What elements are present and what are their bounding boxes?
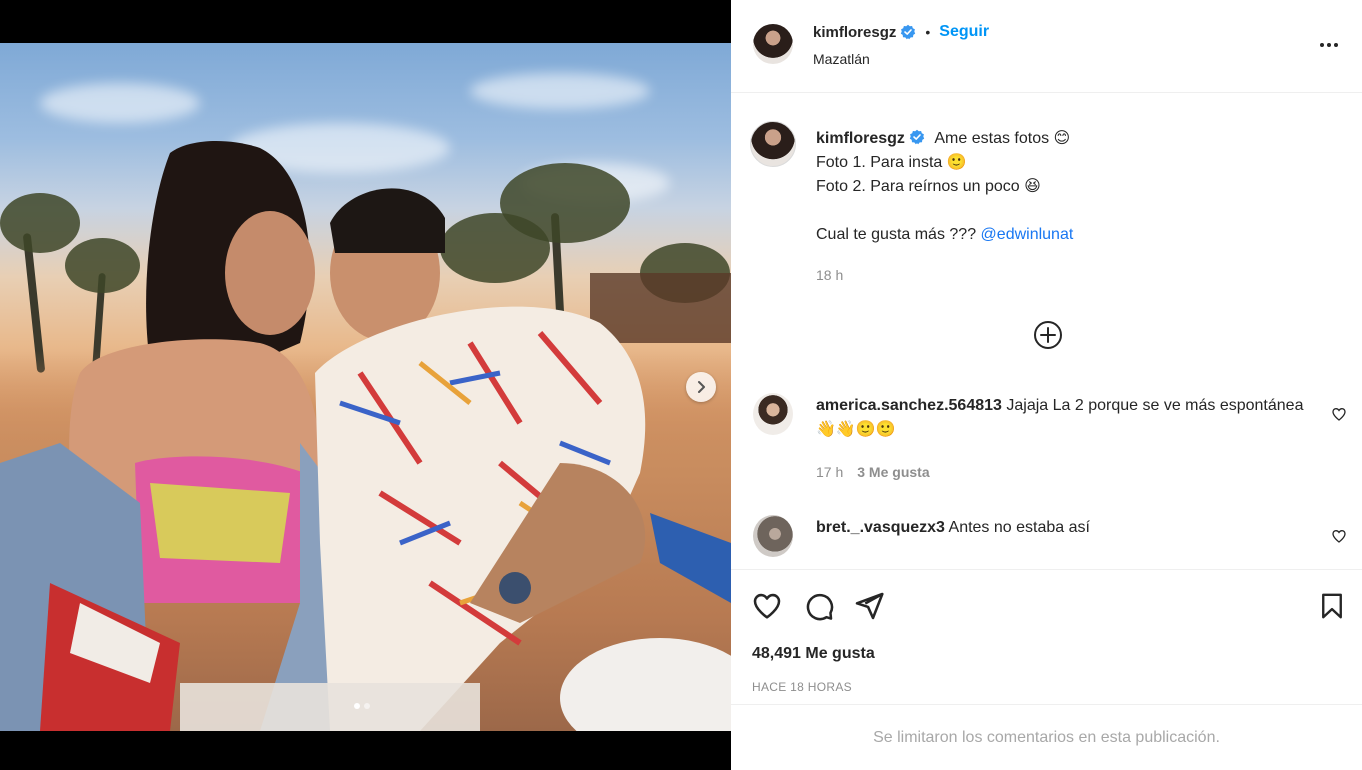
caption-line: kimfloresgz Ame estas fotos 😊 bbox=[816, 127, 1336, 151]
comment-bubble-icon[interactable] bbox=[803, 590, 835, 622]
comment-text-block: america.sanchez.564813 Jajaja La 2 porqu… bbox=[816, 394, 1316, 442]
heart-icon[interactable] bbox=[751, 590, 783, 622]
commenter-username[interactable]: america.sanchez.564813 bbox=[816, 397, 1002, 414]
author-username[interactable]: kimfloresgz bbox=[813, 24, 896, 41]
plus-circle-icon[interactable] bbox=[1033, 320, 1063, 350]
commenter-avatar[interactable] bbox=[753, 515, 793, 557]
post-header: kimfloresgz • Seguir Mazatlán bbox=[731, 0, 1362, 93]
carousel-dot bbox=[354, 703, 360, 709]
carousel-indicator bbox=[354, 703, 370, 709]
commenter-avatar[interactable] bbox=[753, 393, 793, 435]
separator-dot: • bbox=[925, 24, 931, 40]
caption-line-3: Foto 2. Para reírnos un poco 😆 bbox=[816, 178, 1041, 195]
more-options-icon bbox=[1320, 43, 1324, 47]
comment-meta: 17 h 3 Me gusta bbox=[816, 464, 930, 480]
comment-text: Antes no estaba así bbox=[948, 519, 1090, 536]
caption-line-4 bbox=[816, 199, 1336, 223]
author-row: kimfloresgz • Seguir bbox=[813, 23, 989, 41]
caption-mention[interactable]: @edwinlunat bbox=[981, 226, 1074, 243]
post-details-panel: kimfloresgz • Seguir Mazatlán kimfloresg… bbox=[731, 0, 1362, 770]
more-options-icon bbox=[1327, 43, 1331, 47]
more-options-icon bbox=[1334, 43, 1338, 47]
post-timestamp[interactable]: HACE 18 HORAS bbox=[752, 680, 852, 694]
carousel-next-button[interactable] bbox=[686, 372, 716, 402]
caption-author-avatar[interactable] bbox=[750, 121, 796, 167]
commenter-username[interactable]: bret._.vasquezx3 bbox=[816, 519, 945, 536]
caption-text: kimfloresgz Ame estas fotos 😊 Foto 1. Pa… bbox=[816, 127, 1336, 247]
caption-username[interactable]: kimfloresgz bbox=[816, 130, 905, 147]
comment-like-heart-icon[interactable] bbox=[1331, 528, 1347, 544]
author-avatar[interactable] bbox=[753, 24, 793, 64]
post-photo bbox=[0, 43, 731, 731]
follow-button[interactable]: Seguir bbox=[939, 23, 989, 41]
bookmark-icon[interactable] bbox=[1317, 590, 1347, 622]
verified-badge-icon bbox=[901, 24, 916, 40]
more-options-button[interactable] bbox=[1314, 34, 1344, 56]
caption-line-2: Foto 1. Para insta 🙂 bbox=[816, 154, 967, 171]
comment-item: america.sanchez.564813 Jajaja La 2 porqu… bbox=[731, 392, 1362, 492]
caption-question: Cual te gusta más ??? bbox=[816, 226, 977, 243]
verified-badge-icon bbox=[909, 129, 925, 145]
paper-plane-icon[interactable] bbox=[853, 590, 885, 622]
comments-limited-notice: Se limitaron los comentarios en esta pub… bbox=[731, 704, 1362, 770]
caption-line-1: Ame estas fotos 😊 bbox=[934, 130, 1071, 147]
comment-text-block: bret._.vasquezx3 Antes no estaba así bbox=[816, 516, 1316, 540]
post-media bbox=[0, 0, 731, 770]
caption-line-5: Cual te gusta más ??? @edwinlunat bbox=[816, 223, 1336, 247]
comment-time[interactable]: 17 h bbox=[816, 464, 843, 480]
caption-time[interactable]: 18 h bbox=[816, 267, 843, 283]
comment-likes[interactable]: 3 Me gusta bbox=[857, 464, 929, 480]
people-illustration bbox=[0, 141, 731, 731]
chevron-right-icon bbox=[698, 381, 705, 393]
post-location[interactable]: Mazatlán bbox=[813, 51, 870, 67]
post-actions: 48,491 Me gusta HACE 18 HORAS Se limitar… bbox=[731, 569, 1362, 769]
comment-item: bret._.vasquezx3 Antes no estaba así bbox=[731, 514, 1362, 564]
carousel-dot bbox=[364, 703, 370, 709]
like-count[interactable]: 48,491 Me gusta bbox=[752, 645, 875, 663]
comment-like-heart-icon[interactable] bbox=[1331, 406, 1347, 422]
